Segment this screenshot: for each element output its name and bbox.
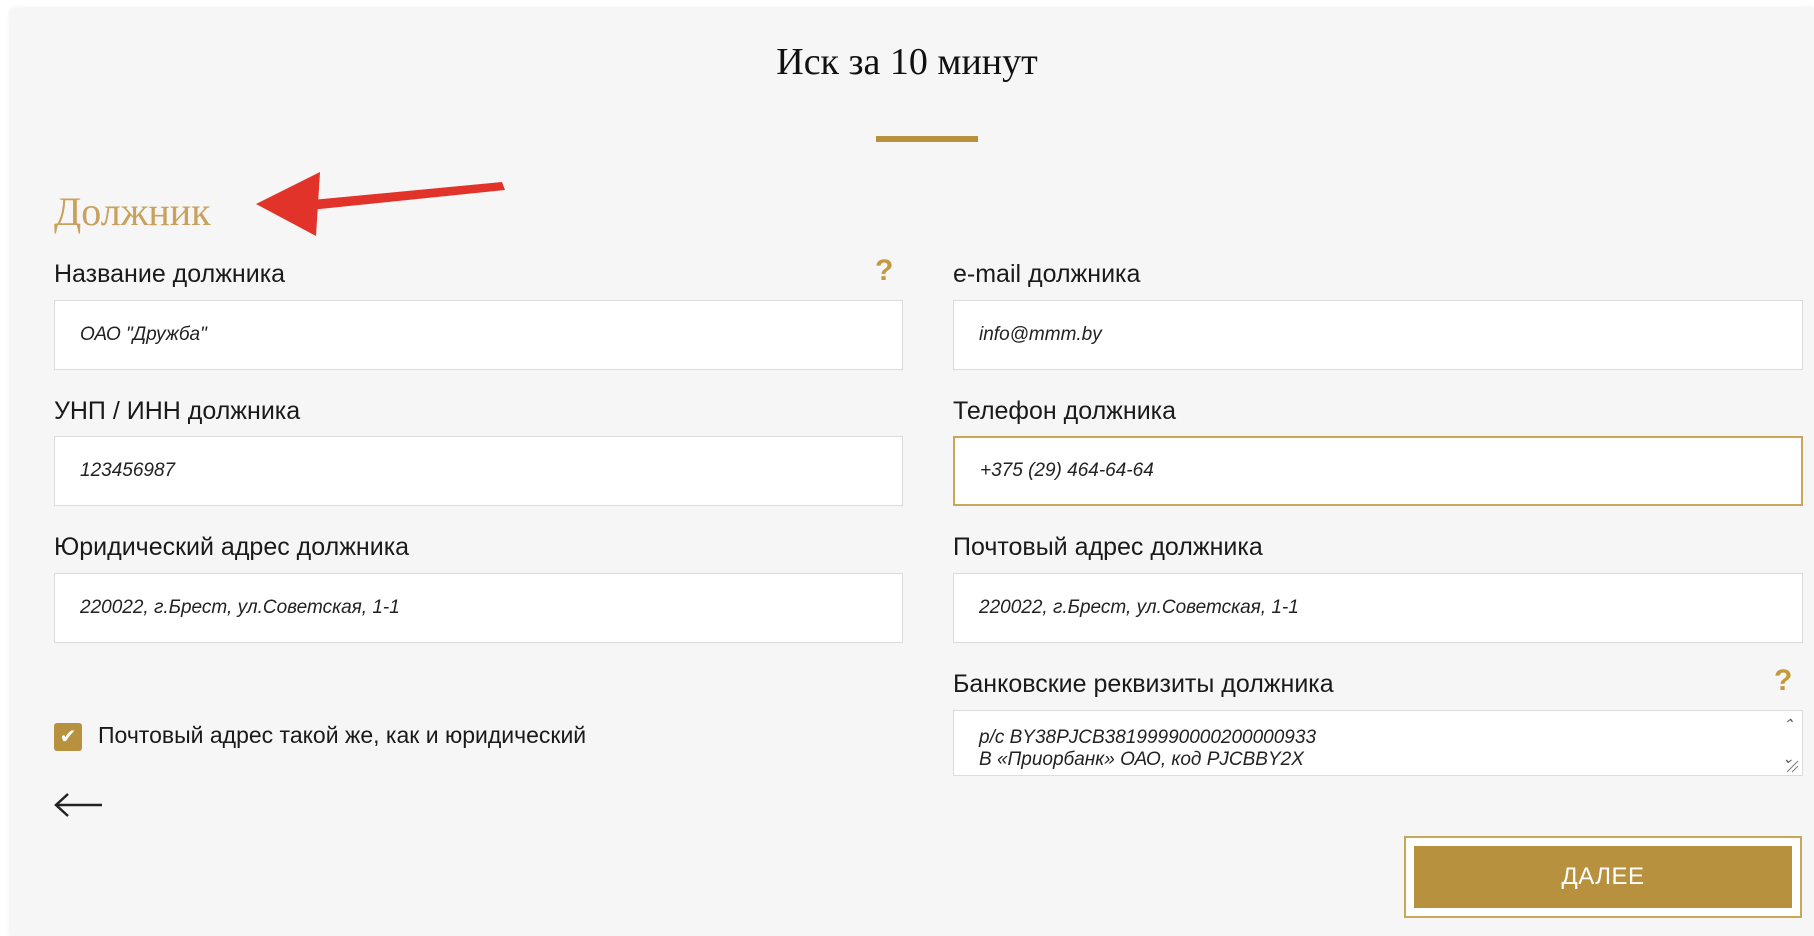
title-underline bbox=[876, 136, 978, 142]
debtor-name-help-icon[interactable]: ? bbox=[875, 254, 893, 288]
annotation-arrow-icon bbox=[256, 172, 505, 236]
debtor-phone-label: Телефон должника bbox=[953, 397, 1177, 425]
debtor-name-label: Название должника bbox=[54, 260, 286, 288]
debtor-postal-address-label: Почтовый адрес должника bbox=[953, 533, 1263, 561]
scroll-up-icon[interactable]: ⌃ bbox=[1782, 717, 1794, 731]
debtor-unp-input[interactable] bbox=[54, 436, 903, 506]
next-button[interactable]: ДАЛЕЕ bbox=[1414, 846, 1792, 908]
debtor-bank-details-help-icon[interactable]: ? bbox=[1774, 664, 1792, 698]
debtor-email-label: e-mail должника bbox=[953, 260, 1141, 288]
debtor-name-input[interactable] bbox=[54, 300, 903, 370]
bank-details-line-2: В «Приорбанк» ОАО, код PJCBBY2X bbox=[979, 749, 1304, 770]
debtor-legal-address-input[interactable] bbox=[54, 573, 903, 643]
section-heading-debtor: Должник bbox=[54, 189, 211, 234]
arrow-left-icon[interactable] bbox=[52, 790, 104, 820]
same-address-checkbox-label: Почтовый адрес такой же, как и юридическ… bbox=[98, 722, 587, 748]
resize-handle-icon[interactable] bbox=[1785, 759, 1799, 773]
debtor-phone-input[interactable] bbox=[953, 436, 1803, 506]
debtor-postal-address-input[interactable] bbox=[953, 573, 1803, 643]
debtor-email-input[interactable] bbox=[953, 300, 1803, 370]
debtor-unp-label: УНП / ИНН должника bbox=[54, 397, 301, 425]
bank-details-line-1: р/с BY38PJCB38199990000200000933 bbox=[979, 727, 1317, 748]
checkmark-icon: ✔ bbox=[59, 726, 77, 748]
debtor-bank-details-textarea[interactable]: р/с BY38PJCB38199990000200000933 В «Прио… bbox=[953, 710, 1803, 776]
next-button-frame: ДАЛЕЕ bbox=[1404, 836, 1802, 918]
same-address-checkbox[interactable]: ✔ bbox=[54, 723, 82, 751]
debtor-bank-details-label: Банковские реквизиты должника bbox=[953, 670, 1334, 698]
page-title: Иск за 10 минут bbox=[776, 41, 1038, 83]
debtor-legal-address-label: Юридический адрес должника bbox=[54, 533, 410, 561]
